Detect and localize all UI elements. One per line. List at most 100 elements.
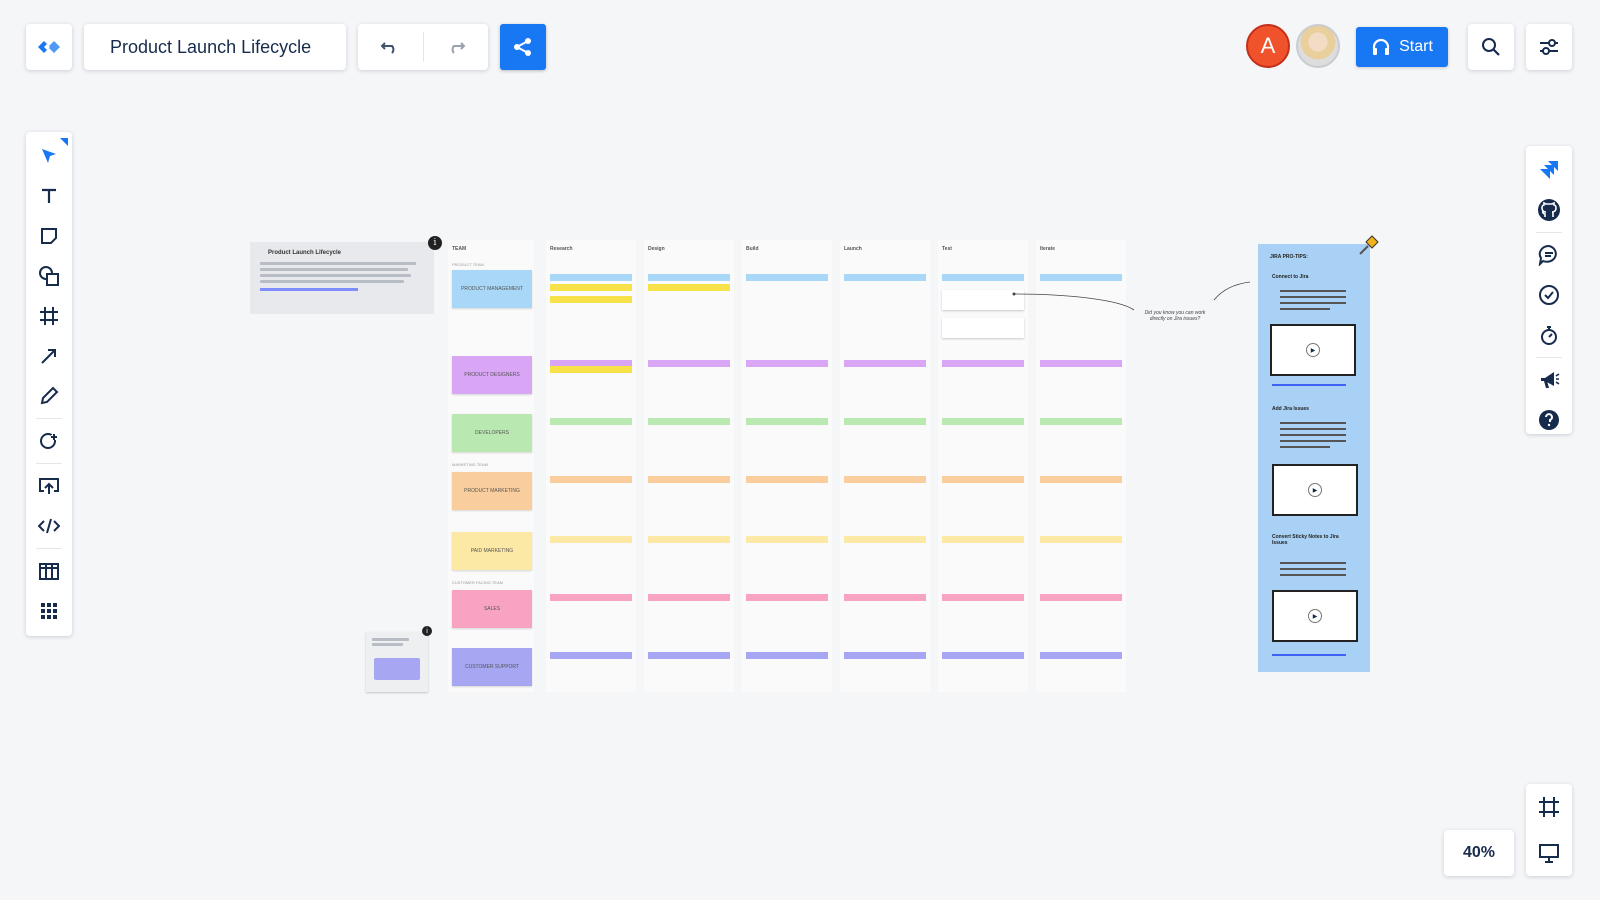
stage-sticky-note[interactable] [550, 536, 632, 543]
stage-sticky-note[interactable] [746, 536, 828, 543]
task-sticky-note[interactable] [550, 284, 632, 291]
right-toolbar [1526, 146, 1572, 434]
stage-sticky-note[interactable] [746, 418, 828, 425]
text-tool[interactable] [26, 176, 72, 216]
lasso-icon [40, 433, 57, 449]
github-integration[interactable] [1526, 190, 1572, 230]
stage-sticky-note[interactable] [648, 476, 730, 483]
stage-sticky-note[interactable] [648, 536, 730, 543]
sticky-note-tool[interactable] [26, 216, 72, 256]
section-label: PRODUCT TEAM [452, 262, 484, 267]
stage-sticky-note[interactable] [942, 418, 1024, 425]
upload-tool[interactable] [26, 466, 72, 506]
pen-tool[interactable] [26, 376, 72, 416]
stage-sticky-note[interactable] [942, 360, 1024, 367]
stage-sticky-note[interactable] [844, 594, 926, 601]
divider [36, 463, 62, 464]
task-sticky-note[interactable] [648, 284, 730, 291]
board-title[interactable]: Product Launch Lifecycle [84, 24, 346, 70]
jira-issue-card[interactable] [942, 318, 1024, 338]
shapes-tool[interactable] [26, 256, 72, 296]
fit-to-frame-button[interactable] [1526, 784, 1572, 830]
apps-tool[interactable] [26, 591, 72, 631]
presentation-button[interactable] [1526, 830, 1572, 876]
stage-sticky-note[interactable] [1040, 418, 1122, 425]
stage-sticky-note[interactable] [1040, 360, 1122, 367]
frame-tool[interactable] [26, 296, 72, 336]
stage-sticky-note[interactable] [844, 360, 926, 367]
stage-sticky-note[interactable] [648, 418, 730, 425]
video-thumbnail[interactable]: ▶ [1270, 324, 1356, 376]
comments-button[interactable] [1526, 235, 1572, 275]
stage-sticky-note[interactable] [844, 418, 926, 425]
stage-sticky-note[interactable] [942, 594, 1024, 601]
stage-sticky-note[interactable] [942, 476, 1024, 483]
tasks-button[interactable] [1526, 275, 1572, 315]
team-sticky-note[interactable]: SALES [452, 590, 532, 628]
info-icon[interactable]: i [428, 236, 442, 250]
team-sticky-note[interactable]: PRODUCT MARKETING [452, 472, 532, 510]
intro-card[interactable]: Product Launch Lifecycle i [250, 236, 442, 314]
start-call-button[interactable]: Start [1356, 27, 1448, 67]
stage-sticky-note[interactable] [746, 360, 828, 367]
team-sticky-note[interactable]: PRODUCT DESIGNERS [452, 356, 532, 394]
select-tool[interactable] [26, 136, 72, 176]
template-tool[interactable] [26, 551, 72, 591]
stage-sticky-note[interactable] [550, 652, 632, 659]
jira-link[interactable] [1272, 384, 1346, 386]
stage-sticky-note[interactable] [550, 274, 632, 281]
redo-button[interactable] [424, 24, 489, 70]
task-sticky-note[interactable] [550, 296, 632, 303]
stage-sticky-note[interactable] [1040, 536, 1122, 543]
stage-sticky-note[interactable] [1040, 476, 1122, 483]
avatar-photo[interactable] [1296, 24, 1340, 68]
help-button[interactable] [1526, 400, 1572, 440]
zoom-level[interactable]: 40% [1444, 830, 1514, 876]
stage-sticky-note[interactable] [746, 652, 828, 659]
stage-sticky-note[interactable] [942, 536, 1024, 543]
stage-sticky-note[interactable] [1040, 594, 1122, 601]
board-settings-button[interactable] [1526, 24, 1572, 70]
stage-sticky-note[interactable] [550, 594, 632, 601]
team-sticky-note[interactable]: DEVELOPERS [452, 414, 532, 452]
pencil-icon [40, 386, 59, 405]
stage-sticky-note[interactable] [648, 652, 730, 659]
avatar[interactable]: A [1246, 24, 1290, 68]
board-column [644, 240, 734, 692]
announcements-button[interactable] [1526, 360, 1572, 400]
app-logo[interactable] [26, 24, 72, 70]
video-thumbnail[interactable]: ▶ [1272, 590, 1358, 642]
stage-sticky-note[interactable] [942, 652, 1024, 659]
embed-tool[interactable] [26, 506, 72, 546]
team-sticky-note[interactable]: PAID MARKETING [452, 532, 532, 570]
stage-sticky-note[interactable] [648, 360, 730, 367]
stage-sticky-note[interactable] [1040, 652, 1122, 659]
lasso-tool[interactable] [26, 421, 72, 461]
search-button[interactable] [1468, 24, 1514, 70]
info-icon[interactable]: i [422, 626, 432, 636]
stage-sticky-note[interactable] [550, 418, 632, 425]
connector-tool[interactable] [26, 336, 72, 376]
divider [1536, 232, 1562, 233]
stage-sticky-note[interactable] [844, 652, 926, 659]
mini-note-card[interactable]: i [366, 626, 432, 692]
stage-sticky-note[interactable] [844, 536, 926, 543]
share-button[interactable] [500, 24, 546, 70]
stage-sticky-note[interactable] [844, 274, 926, 281]
stage-sticky-note[interactable] [844, 476, 926, 483]
stage-sticky-note[interactable] [746, 476, 828, 483]
team-sticky-note[interactable]: PRODUCT MANAGEMENT [452, 270, 532, 308]
video-thumbnail[interactable]: ▶ [1272, 464, 1358, 516]
stage-sticky-note[interactable] [746, 274, 828, 281]
task-sticky-note[interactable] [550, 366, 632, 373]
undo-button[interactable] [358, 24, 423, 70]
stage-sticky-note[interactable] [746, 594, 828, 601]
stage-sticky-note[interactable] [550, 476, 632, 483]
jira-link[interactable] [1272, 654, 1346, 656]
intro-link[interactable] [260, 288, 359, 291]
stage-sticky-note[interactable] [648, 274, 730, 281]
timer-button[interactable] [1526, 315, 1572, 355]
stage-sticky-note[interactable] [648, 594, 730, 601]
jira-integration[interactable] [1526, 150, 1572, 190]
team-sticky-note[interactable]: CUSTOMER SUPPORT [452, 648, 532, 686]
